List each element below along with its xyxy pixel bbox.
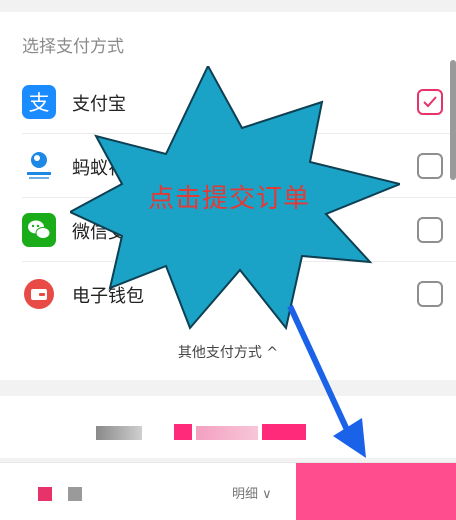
- submit-order-button[interactable]: [296, 463, 456, 520]
- checkmark-icon: [423, 96, 437, 108]
- alipay-checkbox[interactable]: [417, 89, 443, 115]
- alipay-icon: 支: [22, 85, 56, 119]
- blurred-price: [68, 487, 82, 501]
- svg-text:支: 支: [29, 91, 50, 115]
- wallet-checkbox[interactable]: [417, 281, 443, 307]
- huabei-checkbox[interactable]: [417, 153, 443, 179]
- wechat-pay-icon: [22, 213, 56, 247]
- other-payment-methods-link[interactable]: 其他支付方式 ^: [0, 342, 456, 362]
- wallet-icon: [22, 277, 56, 311]
- wechat-checkbox[interactable]: [417, 217, 443, 243]
- promo-card: [0, 396, 456, 458]
- huabei-icon: [22, 149, 56, 183]
- bottom-bar: 明细 ∨: [0, 462, 456, 520]
- top-strip: [0, 0, 456, 12]
- scrollbar[interactable]: [450, 60, 456, 180]
- detail-link[interactable]: 明细 ∨: [232, 483, 272, 502]
- blurred-content: [174, 424, 192, 440]
- payment-section-title: 选择支付方式: [22, 37, 124, 57]
- blurred-content: [96, 426, 142, 440]
- callout-text: 点击提交订单: [148, 184, 311, 214]
- blurred-price: [38, 487, 52, 501]
- blurred-content: [196, 426, 258, 440]
- blurred-content: [262, 424, 306, 440]
